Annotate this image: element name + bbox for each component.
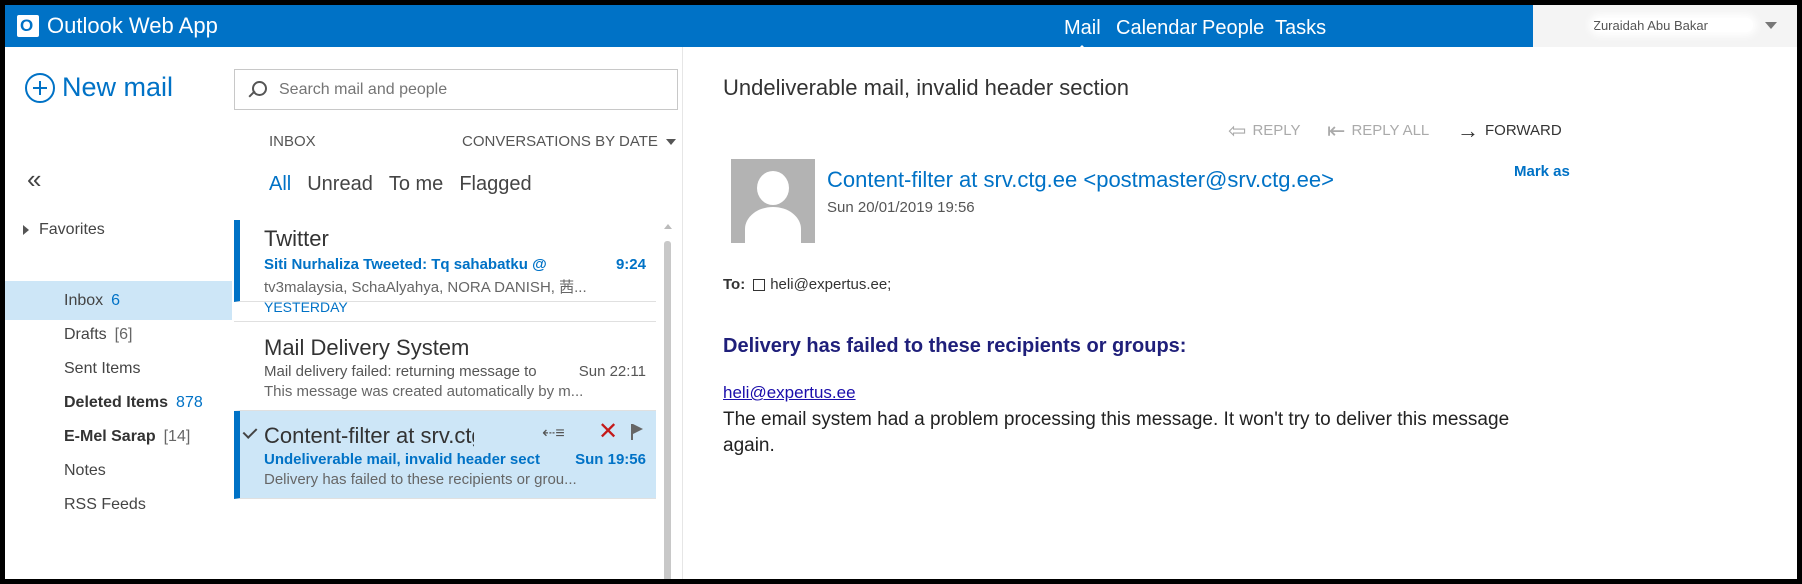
reply-all-arrow-icon: ⇤: [1327, 118, 1346, 143]
filter-unread[interactable]: Unread: [307, 173, 373, 196]
recipient[interactable]: heli@expertus.ee;: [770, 276, 891, 293]
folder-count: 878: [176, 393, 203, 411]
pane-divider: [682, 47, 683, 579]
message-preview: This message was created automatically b…: [264, 383, 584, 400]
reply-icon[interactable]: ⇠≡: [542, 423, 565, 443]
sender-avatar: [731, 159, 815, 243]
reply-button[interactable]: ⇦ REPLY: [1228, 118, 1301, 143]
to-label: To:: [723, 276, 746, 293]
folder-heading: INBOX: [269, 133, 316, 150]
recipients-row: To: heli@expertus.ee;: [723, 276, 891, 293]
message-time: 9:24: [615, 256, 646, 273]
search-box[interactable]: [234, 69, 678, 110]
check-icon[interactable]: [242, 424, 258, 439]
body-line: again.: [723, 435, 775, 456]
user-menu[interactable]: Zuraidah Abu Bakar: [1533, 5, 1797, 47]
message-list: Twitter Siti Nurhaliza Tweeted: Tq sahab…: [234, 220, 656, 579]
filter-bar: All Unread To me Flagged: [269, 173, 548, 196]
failed-recipient-link[interactable]: heli@expertus.ee: [723, 383, 856, 403]
nav-tasks[interactable]: Tasks: [1275, 17, 1326, 40]
message-time: Sun 22:11: [578, 363, 646, 380]
sender-name[interactable]: Content-filter at srv.ctg.ee <postmaster…: [827, 167, 1334, 193]
folder-name: E-Mel Sarap: [64, 427, 156, 445]
body-line: The email system had a problem processin…: [723, 409, 1510, 430]
sort-dropdown[interactable]: CONVERSATIONS BY DATE: [462, 133, 676, 150]
message-sender: Mail Delivery System: [264, 335, 470, 360]
body-heading: Delivery has failed to these recipients …: [723, 335, 1187, 357]
folder-count: 6: [111, 291, 121, 309]
chevron-down-icon: [1765, 22, 1777, 29]
top-bar: O Outlook Web App Mail Calendar People T…: [5, 5, 1797, 52]
flag-icon[interactable]: [631, 424, 643, 440]
new-mail-label: New mail: [62, 72, 174, 102]
plus-circle-icon: [25, 72, 55, 103]
outlook-logo-icon: O: [17, 15, 39, 37]
filter-all[interactable]: All: [269, 173, 291, 196]
message-list-scrollbar[interactable]: [662, 221, 674, 579]
folder-name: Inbox: [64, 291, 104, 309]
sort-label: CONVERSATIONS BY DATE: [462, 133, 658, 150]
forward-button[interactable]: → FORWARD: [1457, 118, 1562, 143]
sent-date: Sun 20/01/2019 19:56: [827, 199, 975, 216]
search-input[interactable]: [279, 80, 659, 99]
favorites-label: Favorites: [39, 221, 105, 238]
folder-name: RSS Feeds: [64, 495, 146, 513]
mark-as-button[interactable]: Mark as: [1514, 163, 1570, 180]
folder-name: Notes: [64, 461, 106, 479]
filter-to-me[interactable]: To me: [389, 173, 443, 196]
collapse-nav-button[interactable]: «: [27, 166, 41, 192]
filter-flagged[interactable]: Flagged: [459, 173, 531, 196]
user-name: Zuraidah Abu Bakar: [1593, 18, 1753, 32]
message-subject: Undeliverable mail, invalid header secti…: [264, 451, 540, 468]
folder-count: [6]: [114, 325, 133, 343]
message-subject: Siti Nurhaliza Tweeted: Tq sahabatku @: [264, 256, 547, 273]
body-text: The email system had a problem processin…: [723, 407, 1797, 459]
owa-window: O Outlook Web App Mail Calendar People T…: [5, 5, 1797, 579]
folder-rss-feeds[interactable]: RSS Feeds: [5, 485, 232, 524]
forward-arrow-icon: →: [1457, 118, 1479, 143]
forward-label: FORWARD: [1485, 122, 1562, 139]
chevron-down-icon: [665, 138, 676, 145]
delete-icon[interactable]: ✕: [598, 417, 618, 446]
folder-name: Sent Items: [64, 359, 141, 377]
message-time: Sun 19:56: [575, 451, 646, 468]
scroll-thumb[interactable]: [664, 241, 671, 579]
folder-count: [14]: [163, 427, 191, 445]
group-header-yesterday: YESTERDAY: [234, 282, 656, 322]
folder-name: Drafts: [64, 325, 107, 343]
reading-subject: Undeliverable mail, invalid header secti…: [723, 75, 1130, 100]
message-sender: Twitter: [264, 226, 329, 251]
message-preview: Delivery has failed to these recipients …: [264, 471, 577, 488]
app-title: Outlook Web App: [47, 13, 218, 38]
message-subject: Mail delivery failed: returning message …: [264, 363, 537, 380]
nav-mail[interactable]: Mail: [1064, 17, 1101, 52]
folder-name: Deleted Items: [64, 393, 169, 411]
reply-label: REPLY: [1252, 122, 1301, 139]
search-icon[interactable]: [249, 80, 267, 99]
checkbox-icon[interactable]: [753, 278, 766, 291]
person-body-icon: [745, 207, 801, 243]
expand-right-icon: [23, 225, 29, 235]
favorites-toggle[interactable]: Favorites: [23, 221, 105, 239]
nav-people[interactable]: People: [1202, 17, 1264, 40]
person-head-icon: [757, 171, 789, 205]
reply-all-label: REPLY ALL: [1351, 122, 1430, 139]
new-mail-button[interactable]: New mail: [25, 72, 173, 103]
nav-calendar[interactable]: Calendar: [1116, 17, 1197, 40]
message-sender: Content-filter at srv.ctg.ee: [264, 423, 474, 448]
scroll-up-icon[interactable]: [664, 224, 672, 229]
message-item-content-filter[interactable]: Content-filter at srv.ctg.ee ⇠≡ ✕ Undeli…: [234, 411, 656, 499]
brand[interactable]: O Outlook Web App: [17, 13, 218, 39]
reply-arrow-icon: ⇦: [1228, 118, 1247, 143]
message-item-mail-delivery[interactable]: Mail Delivery System Mail delivery faile…: [234, 323, 656, 411]
reply-all-button[interactable]: ⇤ REPLY ALL: [1327, 118, 1430, 143]
